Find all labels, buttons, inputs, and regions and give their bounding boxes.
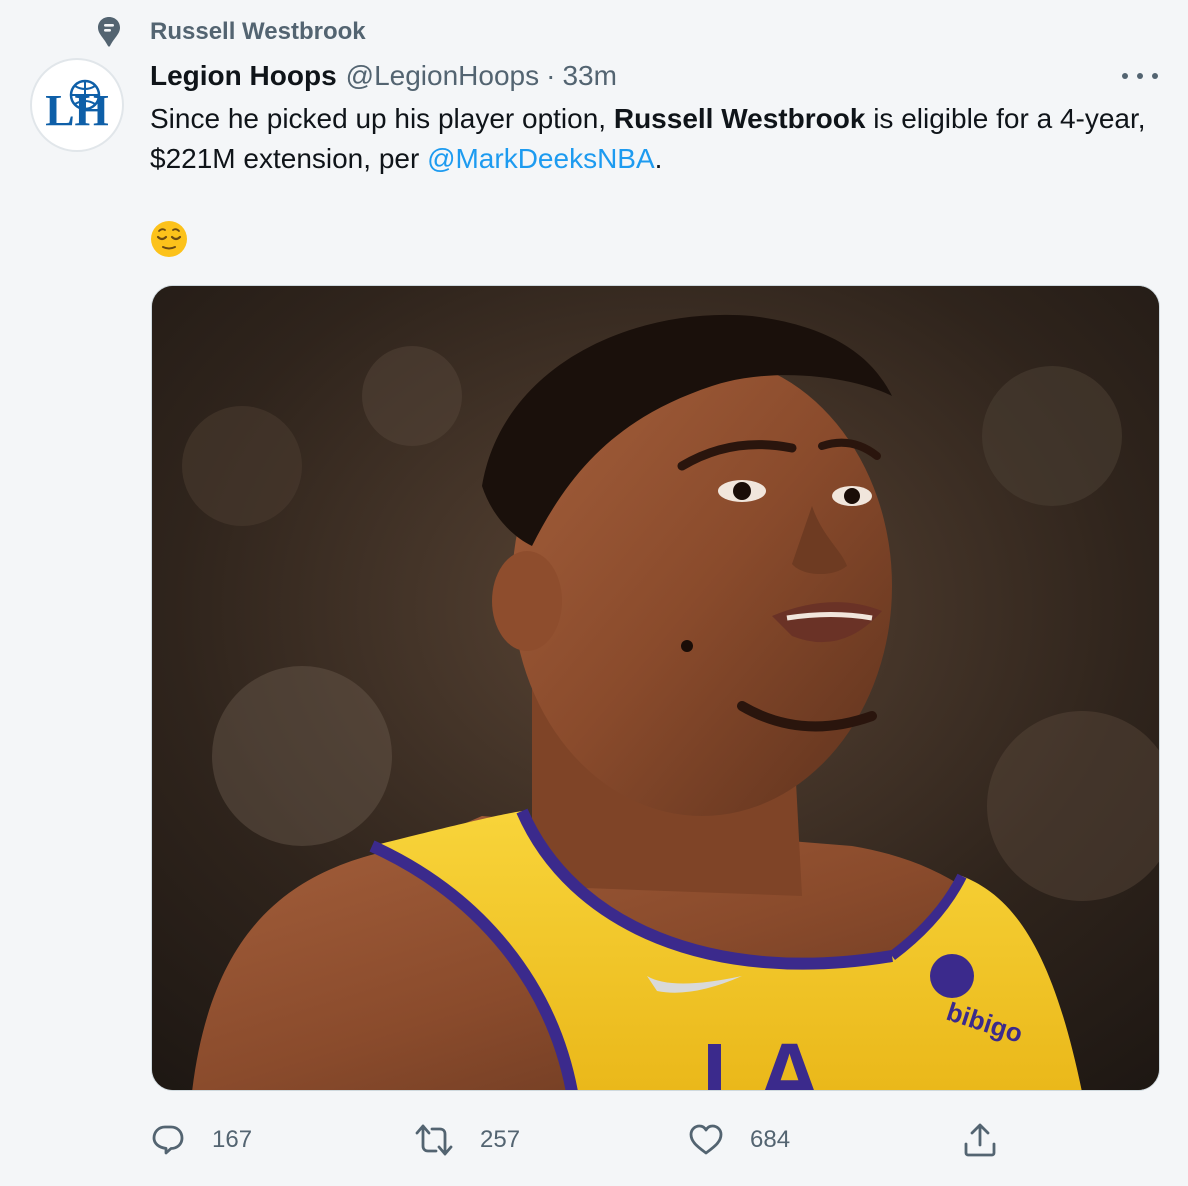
tweet-text-part1: Since he picked up his player option, <box>150 103 614 134</box>
share-button[interactable] <box>962 1118 998 1162</box>
reply-icon <box>150 1122 186 1158</box>
retweet-icon <box>414 1122 454 1158</box>
display-name[interactable]: Legion Hoops <box>150 60 337 92</box>
tweet-text-part3: . <box>654 143 663 174</box>
tweet-text-bold: Russell Westbrook <box>613 103 866 134</box>
jersey-letters-text: LA <box>702 1026 822 1091</box>
tweet-actions: 167 257 684 <box>150 1118 1020 1162</box>
like-count: 684 <box>750 1126 791 1153</box>
reply-button[interactable]: 167 <box>150 1118 252 1162</box>
mention-link[interactable]: @MarkDeeksNBA <box>427 143 655 174</box>
heart-icon <box>688 1122 724 1158</box>
reply-count: 167 <box>212 1126 253 1153</box>
more-icon[interactable] <box>1122 64 1158 88</box>
separator: · <box>546 60 556 91</box>
retweet-count: 257 <box>480 1126 521 1153</box>
share-icon <box>962 1122 998 1158</box>
relieved-emoji <box>150 220 188 258</box>
like-button[interactable]: 684 <box>688 1118 790 1162</box>
tweet-header: Legion Hoops @LegionHoops · 33m <box>150 56 617 96</box>
handle[interactable]: @LegionHoops <box>346 60 539 92</box>
legion-hoops-logo-icon: LH <box>45 79 109 135</box>
retweet-button[interactable]: 257 <box>414 1118 520 1162</box>
tweet-photo[interactable]: bibigo LA <box>151 285 1160 1091</box>
tweet-text: Since he picked up his player option, Ru… <box>150 99 1170 179</box>
topic-context[interactable]: Russell Westbrook <box>96 14 366 50</box>
timestamp[interactable]: 33m <box>562 60 616 92</box>
topic-icon <box>96 16 122 48</box>
avatar[interactable]: LH <box>30 58 124 152</box>
topic-label: Russell Westbrook <box>150 18 366 45</box>
